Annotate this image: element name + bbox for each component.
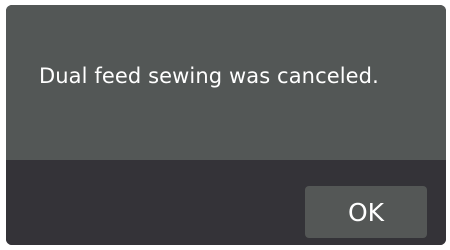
alert-dialog: Dual feed sewing was canceled. OK [6,5,446,245]
dialog-footer: OK [6,160,446,245]
dialog-body: Dual feed sewing was canceled. [6,5,446,160]
dialog-message: Dual feed sewing was canceled. [39,64,379,88]
ok-button[interactable]: OK [305,186,427,238]
